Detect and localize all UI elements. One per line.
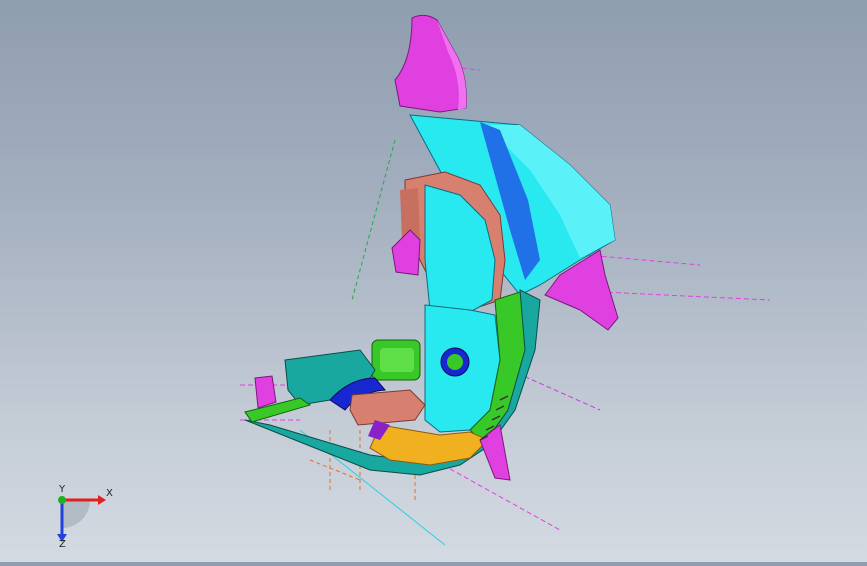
assembly-model[interactable] <box>0 0 867 562</box>
cad-3d-viewport[interactable]: X Y Z <box>0 0 867 562</box>
y-axis-dot <box>58 496 66 504</box>
z-axis-label: Z <box>59 539 66 548</box>
y-axis-label: Y <box>58 484 66 495</box>
lower-box-part[interactable] <box>349 389 426 426</box>
axis-triad[interactable]: X Y Z <box>46 478 116 548</box>
x-axis-arrowhead <box>98 495 106 505</box>
top-fin-part[interactable] <box>394 14 467 113</box>
side-bracket-part[interactable] <box>391 229 421 276</box>
x-axis-label: X <box>106 488 113 499</box>
triad-shade <box>62 500 90 528</box>
